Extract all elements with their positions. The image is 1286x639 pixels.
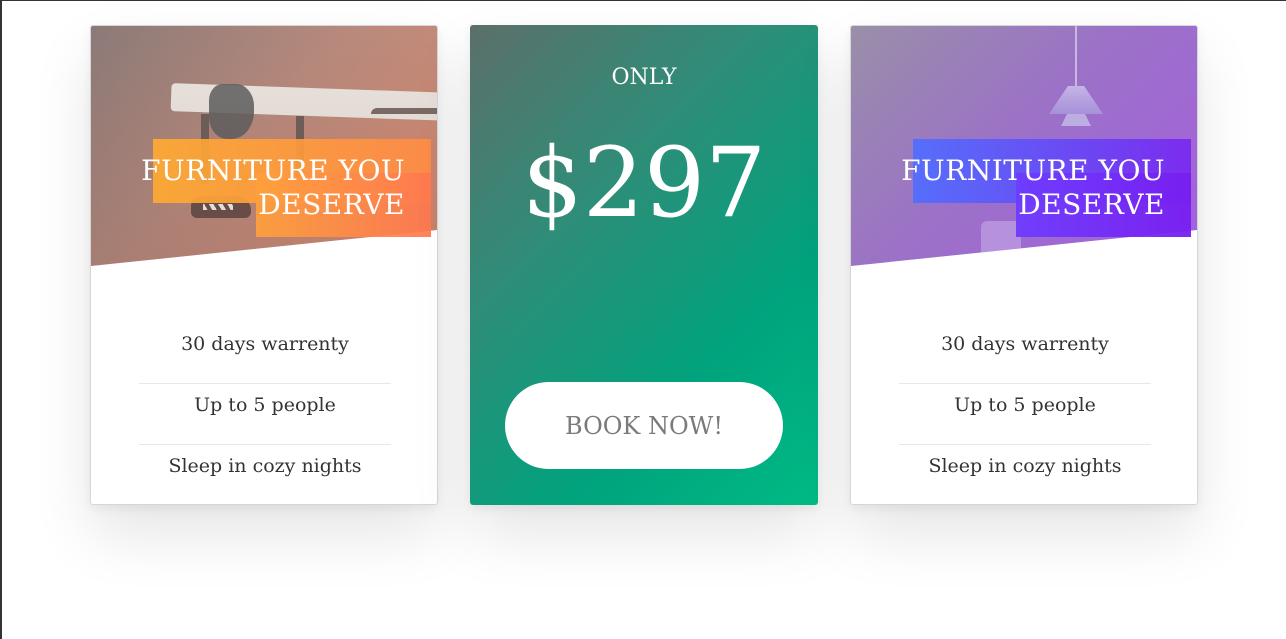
headline-line-2: DESERVE: [1018, 188, 1165, 221]
price-label: ONLY: [611, 65, 677, 90]
book-now-button[interactable]: BOOK NOW!: [505, 382, 783, 469]
feature-item: 30 days warrenty: [899, 323, 1151, 384]
feature-item: 30 days warrenty: [139, 323, 391, 384]
headline-line-1: FURNITURE YOU: [901, 154, 1165, 187]
card-headline: FURNITURE YOU DESERVE: [91, 26, 437, 266]
feature-list: 30 days warrenty Up to 5 people Sleep in…: [139, 323, 391, 504]
feature-item: Up to 5 people: [899, 384, 1151, 445]
headline-line-2: DESERVE: [258, 188, 405, 221]
feature-item: Sleep in cozy nights: [168, 455, 362, 477]
feature-item: Up to 5 people: [139, 384, 391, 445]
headline-line-1: FURNITURE YOU: [141, 154, 405, 187]
pricing-card-left: FURNITURE YOU DESERVE 30 days warrenty Up…: [90, 25, 438, 505]
pricing-card-right: FURNITURE YOU DESERVE 30 days warrenty Up…: [850, 25, 1198, 505]
feature-list: 30 days warrenty Up to 5 people Sleep in…: [899, 323, 1151, 504]
feature-item: Sleep in cozy nights: [928, 455, 1122, 477]
card-headline: FURNITURE YOU DESERVE: [851, 26, 1197, 266]
price-value: $297: [521, 127, 767, 239]
pricing-card-middle: ONLY $297 BOOK NOW!: [470, 25, 818, 505]
